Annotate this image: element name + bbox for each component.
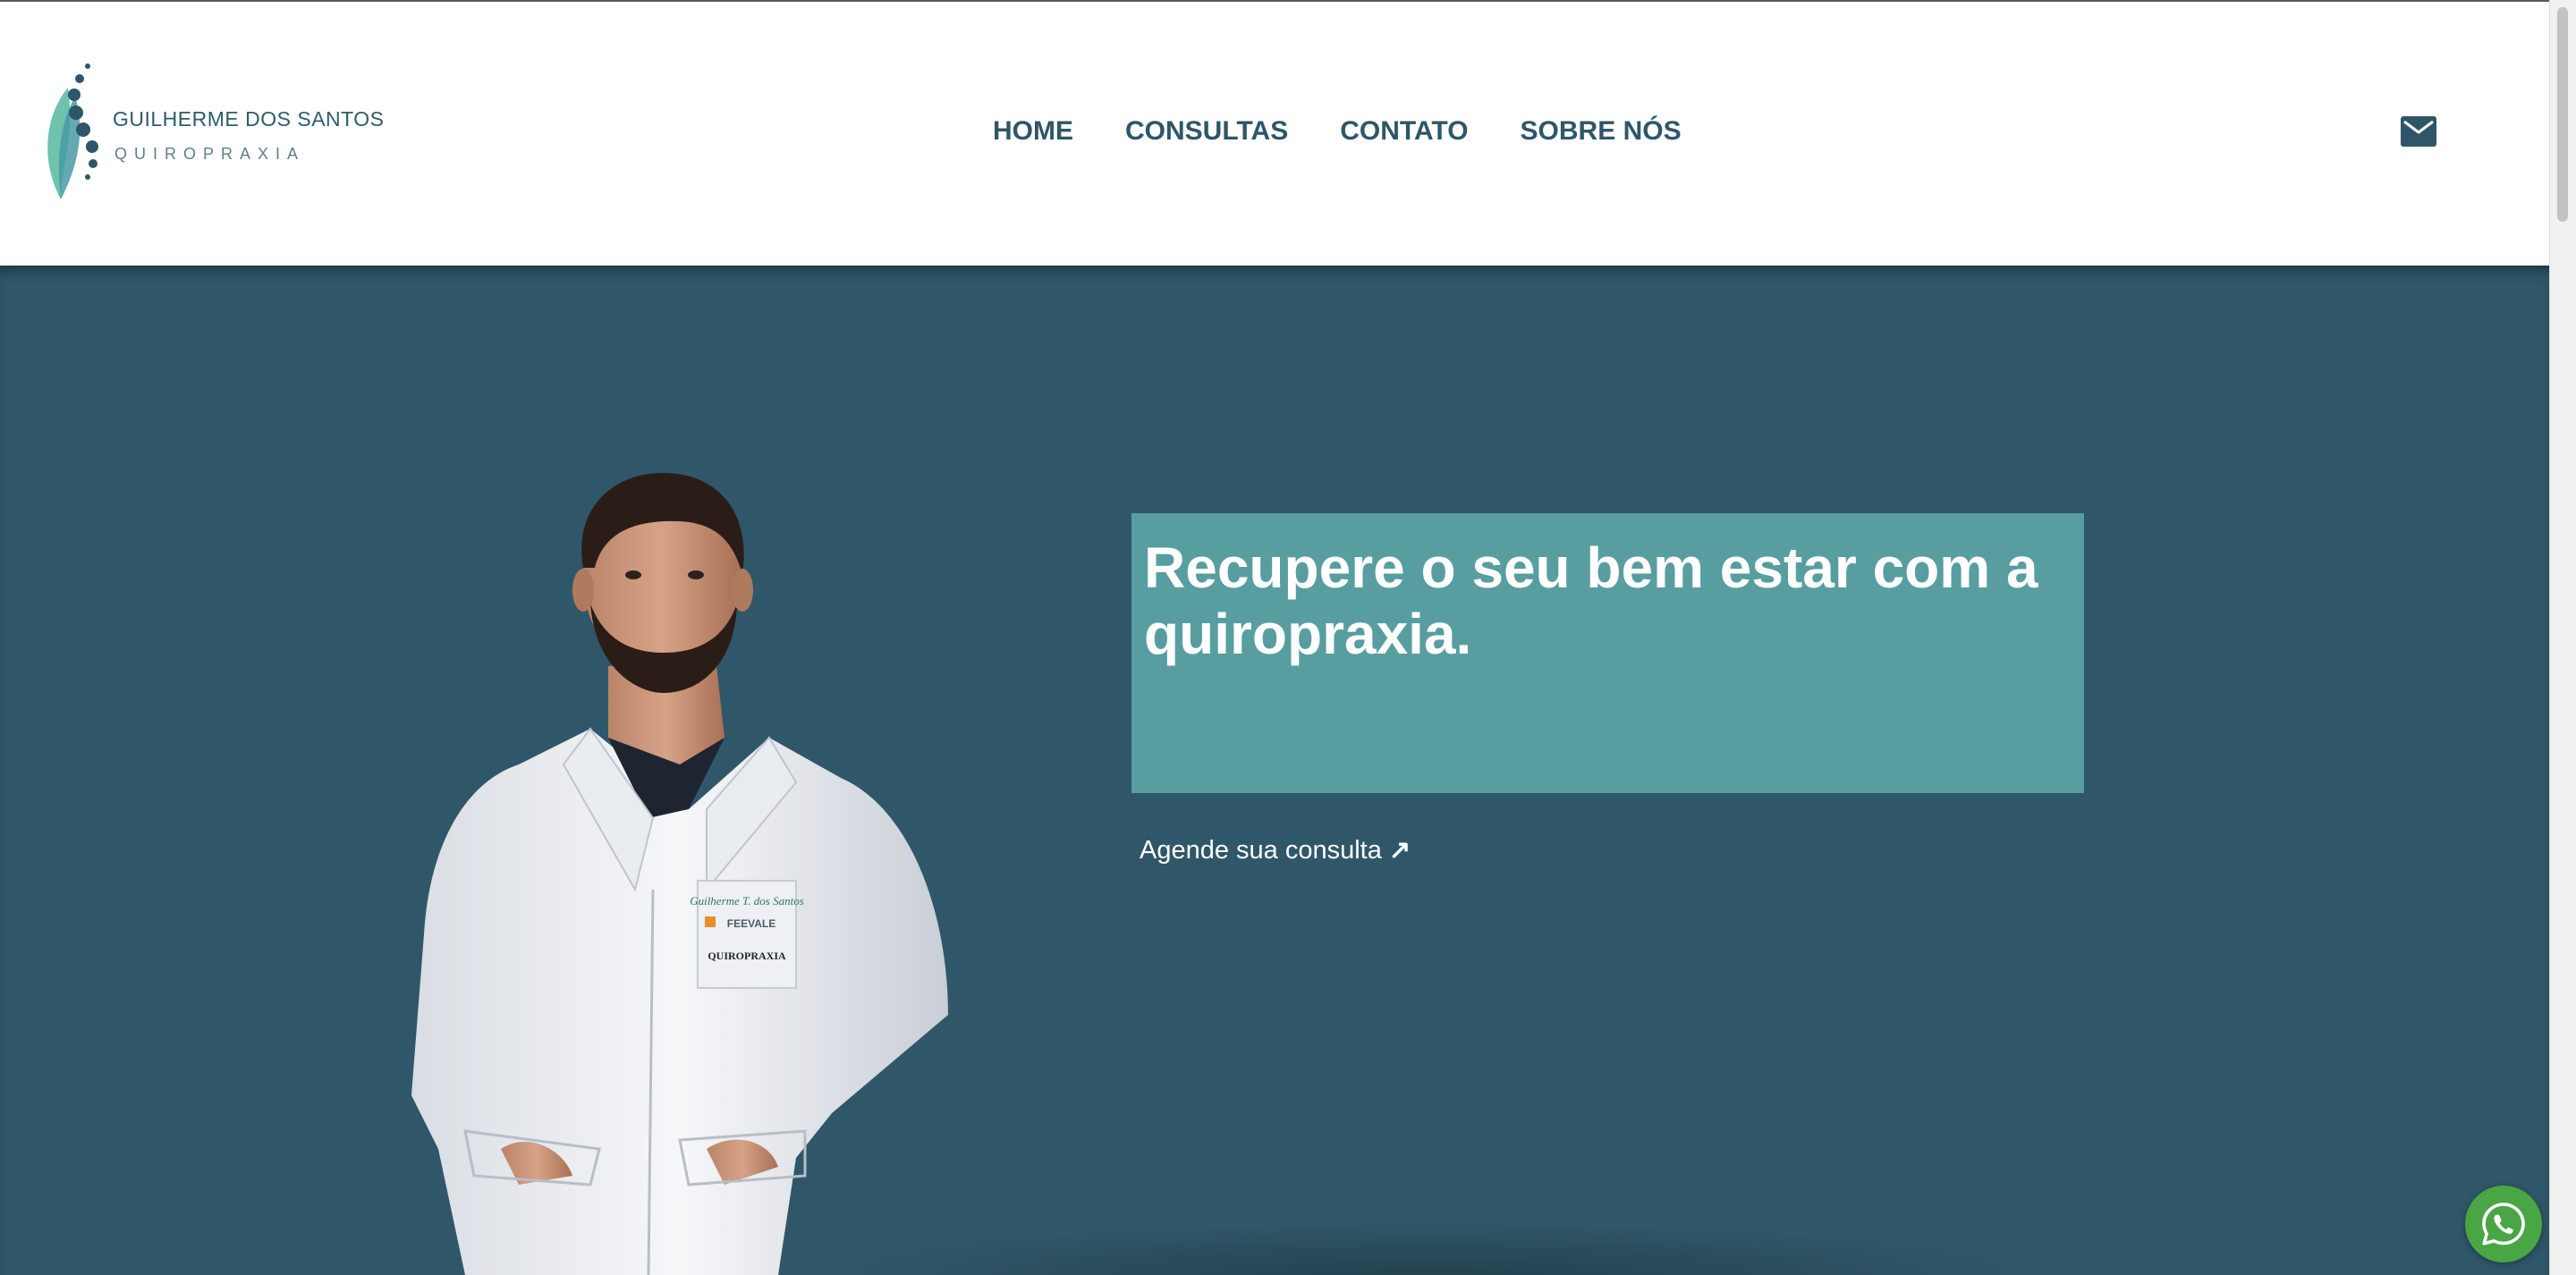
coat-badge-school: FEEVALE [727,917,775,930]
nav-item-home[interactable]: HOME [993,116,1073,147]
coat-badge-name: Guilherme T. dos Santos [690,894,804,908]
book-appointment-link[interactable]: Agende sua consulta ↗ [1140,834,1411,865]
nav-item-sobre-nos[interactable]: SOBRE NÓS [1521,116,1682,147]
brand-logo[interactable]: GUILHERME DOS SANTOS QUIROPRAXIA [41,61,384,204]
mail-icon [2401,116,2436,147]
nav-item-contato[interactable]: CONTATO [1340,116,1468,147]
coat-badge-course: QUIROPRAXIA [708,950,786,962]
arrow-up-right-icon: ↗ [1388,836,1411,865]
nav-item-consultas[interactable]: CONSULTAS [1125,116,1288,147]
brand-name: GUILHERME DOS SANTOS [113,107,385,131]
site-header: GUILHERME DOS SANTOS QUIROPRAXIA HOME CO… [0,0,2549,266]
hero-headline: Recupere o seu bem estar com a quiroprax… [1144,536,2038,666]
page-scrollbar[interactable] [2549,0,2576,1275]
page: GUILHERME DOS SANTOS QUIROPRAXIA HOME CO… [0,0,2576,1275]
hero-shadow [805,1222,2057,1275]
whatsapp-icon [2482,1203,2525,1245]
scrollbar-thumb[interactable] [2557,7,2568,222]
whatsapp-button[interactable] [2465,1186,2542,1262]
hero-section: Guilherme T. dos Santos FEEVALE QUIROPRA… [0,266,2549,1275]
chiropractor-portrait: Guilherme T. dos Santos FEEVALE QUIROPRA… [411,472,948,1275]
mail-button[interactable] [2401,116,2436,147]
brand-tagline: QUIROPRAXIA [114,145,306,163]
main-nav: HOME CONSULTAS CONTATO SOBRE NÓS [993,116,1682,147]
headline-box: Recupere o seu bem estar com a quiroprax… [1131,513,2084,793]
spine-leaf-logo-icon [47,63,98,199]
cta-label: Agende sua consulta [1140,836,1382,865]
